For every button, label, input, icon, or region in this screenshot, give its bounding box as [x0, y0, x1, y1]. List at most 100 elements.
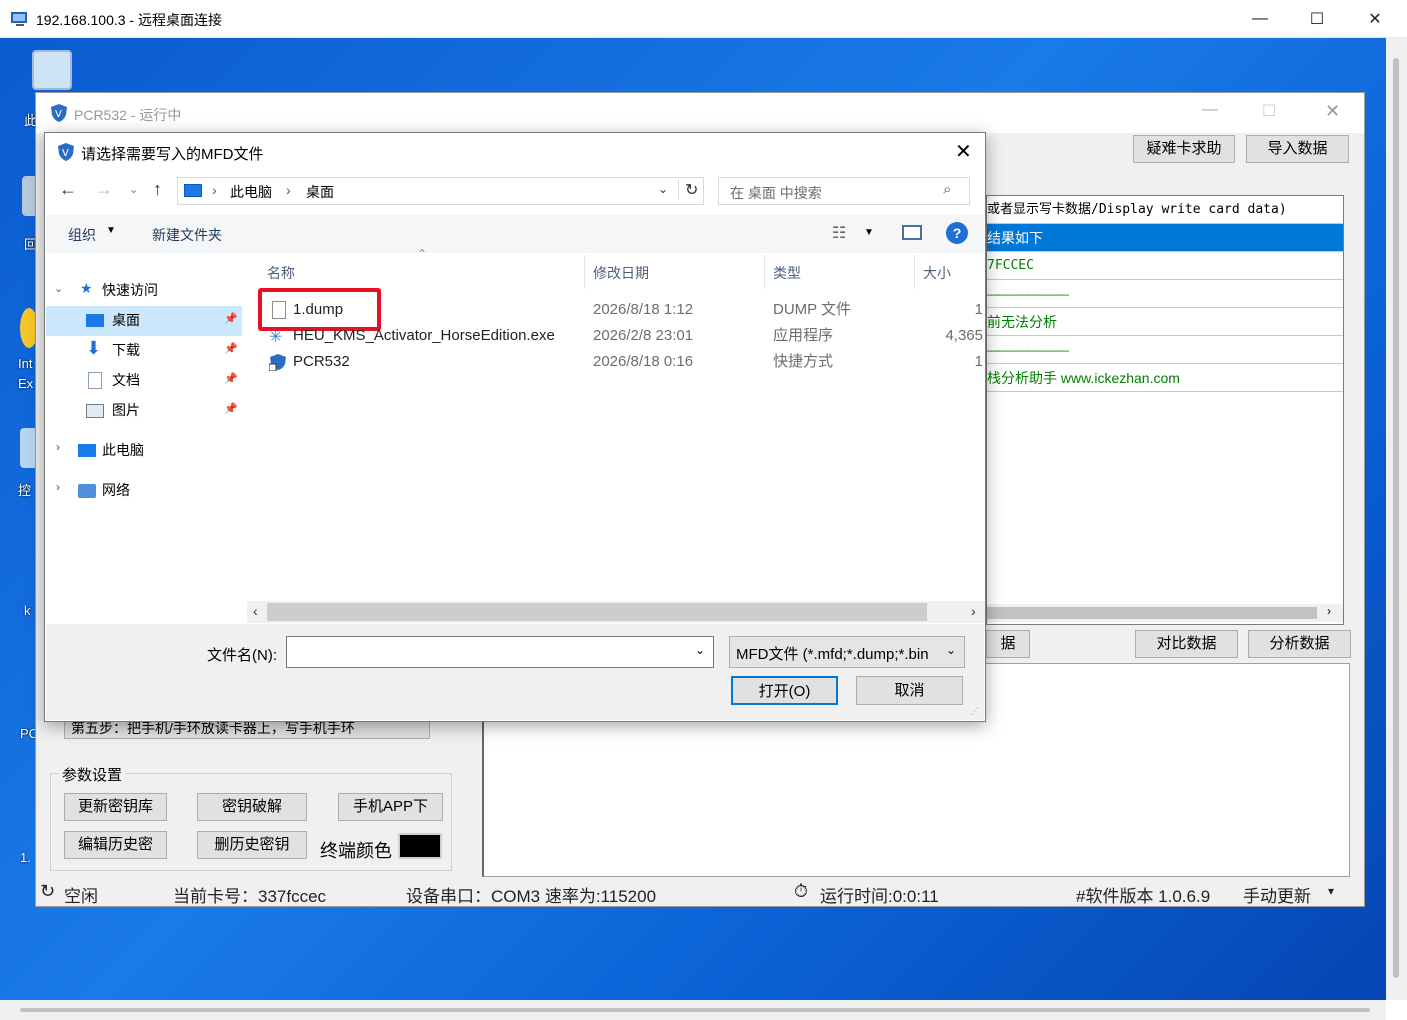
file-row[interactable]: ✳ HEU_KMS_Activator_HorseEdition.exe 202… [263, 323, 983, 349]
data-button[interactable]: 据 [986, 630, 1030, 658]
scroll-right-icon[interactable]: › [971, 603, 976, 619]
compare-data-button[interactable]: 对比数据 [1135, 630, 1238, 658]
scroll-right-icon[interactable]: › [1327, 604, 1331, 618]
preview-pane-icon[interactable] [902, 225, 922, 240]
dialog-footer: 文件名(N): ⌄ MFD文件 (*.mfd;*.dump;*.bin ⌄ 打开… [46, 624, 984, 720]
chevron-right-icon[interactable]: › [56, 440, 60, 454]
search-icon[interactable]: ⌕ [943, 181, 951, 198]
manual-update[interactable]: 手动更新 [1243, 882, 1311, 907]
pin-icon[interactable]: 📌 [224, 372, 238, 385]
back-arrow-icon[interactable]: ← [59, 179, 77, 200]
breadcrumb-desktop[interactable]: 桌面 [306, 182, 334, 202]
crack-keys-button[interactable]: 密钥破解 [197, 793, 307, 821]
shield-icon: V [57, 142, 75, 162]
organize-button[interactable]: 组织 [68, 225, 96, 245]
log-area[interactable]: 或者显示写卡数据/Display write card data) 结果如下 7… [986, 195, 1344, 625]
shield-icon: V [50, 103, 68, 123]
dropdown-icon[interactable]: ▾ [1328, 884, 1334, 898]
filename-input[interactable]: ⌄ [286, 636, 714, 668]
chevron-down-icon[interactable]: ⌄ [946, 643, 956, 657]
log-hscrollbar[interactable]: › [987, 604, 1343, 622]
timer-icon: ⏱ [794, 881, 809, 901]
terminal-color-swatch[interactable] [398, 833, 442, 859]
pin-icon[interactable]: 📌 [224, 312, 238, 325]
help-icon[interactable]: ? [946, 222, 968, 244]
file-name: HEU_KMS_Activator_HorseEdition.exe [293, 327, 555, 344]
column-modified[interactable]: 修改日期 [593, 263, 649, 283]
status-bar: ↻ 空闲 当前卡号：337fccec 设备串口：COM3 速率为:115200 … [36, 878, 1364, 906]
close-icon[interactable]: ✕ [1325, 101, 1340, 122]
maximize-icon[interactable]: ☐ [1262, 101, 1276, 121]
cancel-button[interactable]: 取消 [856, 676, 963, 705]
pin-icon[interactable]: 📌 [224, 402, 238, 415]
nav-downloads[interactable]: 下载 [112, 336, 140, 364]
pin-icon[interactable]: 📌 [224, 342, 238, 355]
chevron-down-icon[interactable]: ⌄ [54, 282, 63, 295]
nav-desktop-label: 桌面 [112, 312, 140, 328]
nav-this-pc[interactable]: 此电脑 [102, 436, 144, 464]
chevron-down-icon[interactable]: ⌄ [129, 183, 138, 196]
serial-port: 设备串口：COM3 速率为:115200 [406, 887, 657, 906]
status-state: 空闲 [64, 887, 98, 906]
chevron-down-icon[interactable]: ▼ [864, 227, 874, 238]
search-input[interactable]: 在 桌面 中搜索 ⌕ [718, 177, 970, 205]
scroll-thumb[interactable] [267, 603, 927, 621]
chevron-right-icon[interactable]: › [56, 480, 60, 494]
rdp-vertical-scrollbar[interactable] [1386, 38, 1407, 1000]
import-data-button[interactable]: 导入数据 [1246, 135, 1349, 163]
network-icon [78, 484, 96, 498]
analyze-data-button[interactable]: 分析数据 [1248, 630, 1351, 658]
open-button[interactable]: 打开(O) [731, 676, 838, 705]
log-line: 7FCCEC [987, 252, 1343, 280]
nav-quick-access[interactable]: 快速访问 [102, 276, 158, 304]
close-icon[interactable]: ✕ [955, 139, 972, 164]
this-pc-icon [78, 444, 96, 457]
chevron-down-icon[interactable]: ⌄ [695, 643, 705, 657]
delete-history-button[interactable]: 删历史密钥 [197, 831, 307, 859]
file-list-hscrollbar[interactable]: ‹ › [247, 601, 985, 623]
scroll-left-icon[interactable]: ‹ [253, 603, 258, 619]
computer-icon[interactable] [32, 50, 72, 90]
column-type[interactable]: 类型 [773, 263, 801, 283]
star-icon: ★ [80, 280, 93, 296]
nav-documents[interactable]: 文档 [112, 366, 140, 394]
column-name[interactable]: 名称 [267, 263, 295, 283]
up-arrow-icon[interactable]: ↑ [153, 179, 162, 200]
close-icon[interactable]: ✕ [1352, 0, 1398, 38]
update-keys-button[interactable]: 更新密钥库 [64, 793, 167, 821]
resize-grip-icon[interactable]: ⋰ [970, 706, 979, 717]
file-type: 应用程序 [773, 327, 834, 344]
rdp-titlebar: 192.168.100.3 - 远程桌面连接 — ☐ ✕ [0, 0, 1407, 38]
breadcrumb-separator-icon: › [286, 182, 291, 198]
new-folder-button[interactable]: 新建文件夹 [152, 225, 222, 245]
forward-arrow-icon[interactable]: → [95, 179, 113, 200]
file-size: 1 [974, 353, 983, 370]
minimize-icon[interactable]: — [1202, 101, 1218, 119]
chevron-down-icon[interactable]: ▼ [106, 225, 116, 236]
file-row[interactable]: PCR532 2026/8/18 0:16 快捷方式 1 [263, 349, 983, 375]
rdp-horizontal-scrollbar[interactable] [0, 1000, 1386, 1020]
help-button[interactable]: 疑难卡求助 [1133, 135, 1235, 163]
sort-up-icon: ⌃ [417, 247, 428, 261]
nav-pictures[interactable]: 图片 [112, 396, 140, 424]
maximize-icon[interactable]: ☐ [1294, 0, 1340, 38]
edit-history-button[interactable]: 编辑历史密 [64, 831, 167, 859]
nav-network[interactable]: 网络 [102, 476, 130, 504]
address-bar[interactable]: › 此电脑 › 桌面 ⌄ ↻ [177, 177, 704, 205]
params-title: 参数设置 [59, 764, 126, 785]
phone-app-button[interactable]: 手机APP下 [338, 793, 443, 821]
nav-item-desktop-selected[interactable]: 桌面 📌 [46, 306, 242, 336]
column-size[interactable]: 大小 [923, 263, 951, 283]
refresh-icon[interactable]: ↻ [678, 180, 698, 200]
log-line: ———————— [987, 336, 1343, 364]
file-type-filter[interactable]: MFD文件 (*.mfd;*.dump;*.bin ⌄ [729, 636, 965, 668]
app-titlebar: V PCR532 - 运行中 — ☐ ✕ [36, 93, 1364, 133]
navigation-pane: ⌄ ★ 快速访问 桌面 📌 ⬇ 下载 📌 文档 📌 图片 📌 › 此电脑 › 网… [46, 254, 242, 634]
chevron-down-icon[interactable]: ⌄ [658, 182, 668, 196]
log-line-selected: 结果如下 [987, 224, 1343, 252]
view-options-icon[interactable]: ☷ [832, 223, 846, 243]
minimize-icon[interactable]: — [1237, 0, 1283, 38]
desktop-label: 1. [20, 850, 31, 865]
picture-icon [86, 404, 104, 418]
breadcrumb-this-pc[interactable]: 此电脑 [230, 182, 272, 202]
